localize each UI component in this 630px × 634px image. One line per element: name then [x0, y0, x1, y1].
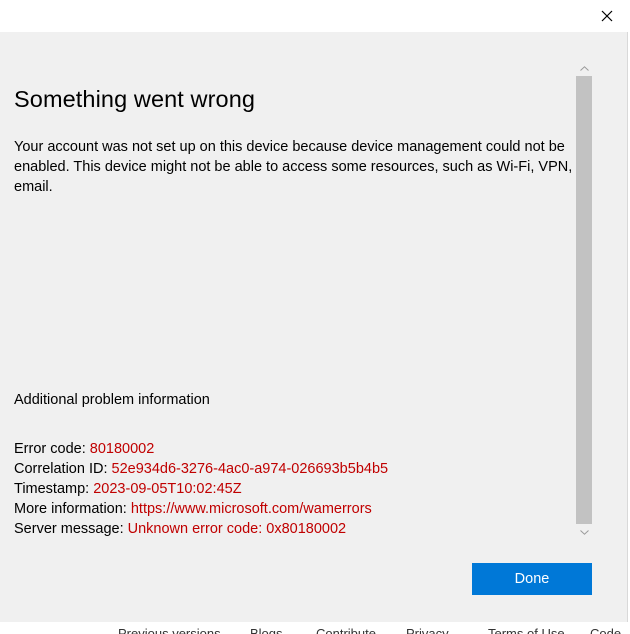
- error-dialog: Something went wrong Your account was no…: [0, 0, 630, 634]
- done-button[interactable]: Done: [472, 563, 592, 595]
- footer-link[interactable]: Blogs: [250, 626, 283, 634]
- vertical-scrollbar[interactable]: [576, 60, 592, 540]
- error-code-label: Error code:: [14, 441, 90, 457]
- scroll-down-button[interactable]: [576, 524, 592, 540]
- timestamp-label: Timestamp:: [14, 481, 94, 497]
- more-info-row: More information: https://www.microsoft.…: [14, 499, 388, 519]
- error-message: Your account was not set up on this devi…: [14, 139, 575, 195]
- close-button[interactable]: [584, 0, 630, 32]
- server-message-label: Server message:: [14, 521, 128, 537]
- message-viewport: Your account was not set up on this devi…: [14, 137, 575, 197]
- scroll-up-button[interactable]: [576, 60, 592, 76]
- background-page-footer: Previous versions Blogs Contribute Priva…: [0, 622, 630, 634]
- chevron-up-icon: [579, 65, 589, 71]
- title-bar: [0, 0, 630, 32]
- server-message-value: Unknown error code: 0x80180002: [127, 521, 347, 537]
- correlation-id-label: Correlation ID:: [14, 461, 112, 477]
- server-message-row: Server message: Unknown error code: 0x80…: [14, 519, 388, 539]
- error-code-row: Error code: 80180002: [14, 439, 388, 459]
- timestamp-value: 2023-09-05T10:02:45Z: [93, 481, 242, 497]
- footer-link[interactable]: Code: [590, 626, 621, 634]
- dialog-heading: Something went wrong: [14, 86, 256, 112]
- footer-link[interactable]: Privacy: [406, 626, 449, 634]
- timestamp-row: Timestamp: 2023-09-05T10:02:45Z: [14, 479, 388, 499]
- correlation-id-value: 52e934d6-3276-4ac0-a974-026693b5b4b5: [111, 461, 389, 477]
- dialog-content: Something went wrong Your account was no…: [0, 32, 628, 622]
- footer-link[interactable]: Contribute: [316, 626, 376, 634]
- footer-link[interactable]: Terms of Use: [488, 626, 565, 634]
- error-details: Error code: 80180002 Correlation ID: 52e…: [14, 439, 388, 539]
- error-code-value: 80180002: [89, 441, 155, 457]
- correlation-id-row: Correlation ID: 52e934d6-3276-4ac0-a974-…: [14, 459, 388, 479]
- scroll-thumb[interactable]: [576, 76, 592, 524]
- additional-info-label: Additional problem information: [14, 392, 210, 408]
- chevron-down-icon: [579, 529, 589, 535]
- more-info-link[interactable]: https://www.microsoft.com/wamerrors: [131, 501, 372, 517]
- more-info-label: More information:: [14, 501, 131, 517]
- close-icon: [601, 10, 613, 22]
- footer-link[interactable]: Previous versions: [118, 626, 221, 634]
